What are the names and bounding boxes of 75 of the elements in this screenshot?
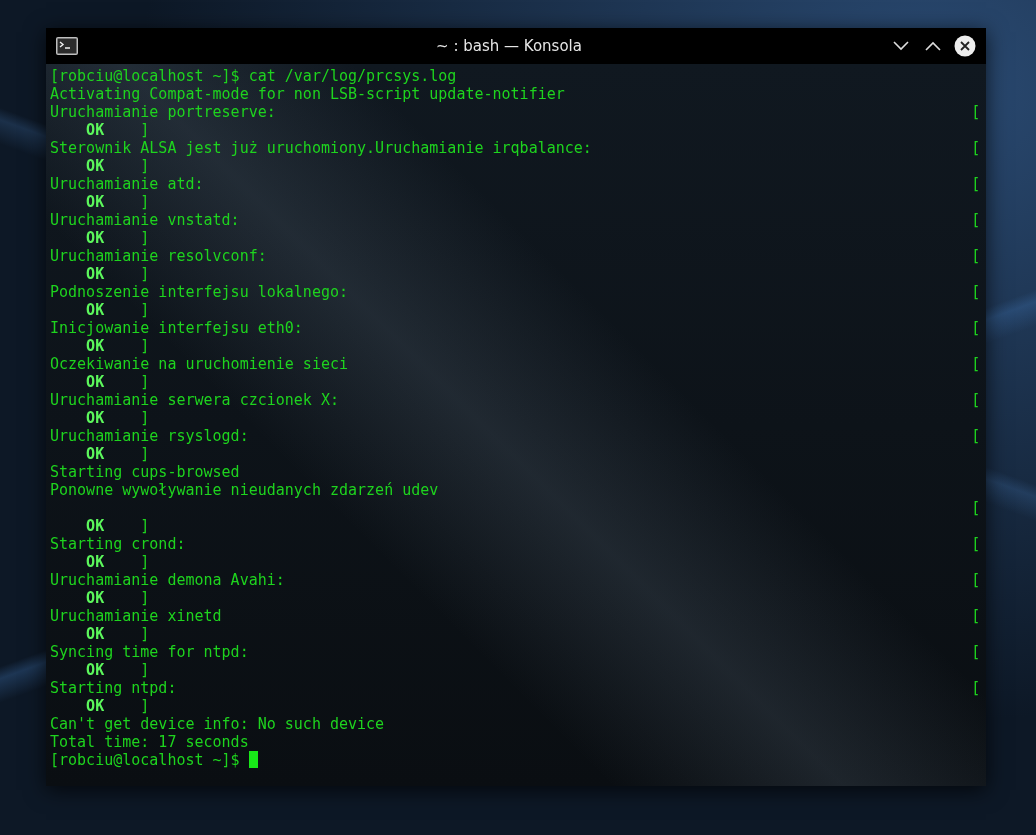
status-bracket: ]	[140, 517, 150, 535]
status-ok: OK	[86, 265, 105, 283]
log-line: Podnoszenie interfejsu lokalnego:	[50, 283, 349, 301]
status-bracket: ]	[140, 229, 150, 247]
status-bracket: [	[971, 103, 981, 121]
status-ok: OK	[86, 517, 105, 535]
status-ok: OK	[86, 625, 105, 643]
log-line: Uruchamianie vnstatd:	[50, 211, 241, 229]
prompt-line: [robciu@localhost ~]$	[50, 751, 240, 769]
status-bracket: ]	[140, 301, 150, 319]
log-line: Uruchamianie resolvconf:	[50, 247, 268, 265]
status-bracket: ]	[140, 337, 150, 355]
status-ok: OK	[86, 589, 105, 607]
terminal-icon	[56, 37, 78, 55]
status-ok: OK	[86, 121, 105, 139]
status-bracket: ]	[140, 121, 150, 139]
status-bracket: ]	[140, 445, 150, 463]
log-line: Activating Compat-mode for non LSB-script update-notifier	[50, 85, 566, 103]
status-bracket: [	[971, 391, 981, 409]
prompt-line: [robciu@localhost ~]$ cat /var/log/prcsys.log	[50, 67, 457, 85]
status-bracket: [	[971, 535, 981, 553]
close-button[interactable]	[954, 35, 976, 57]
status-bracket: ]	[140, 661, 150, 679]
status-bracket: [	[971, 643, 981, 661]
log-line: Uruchamianie serwera czcionek X:	[50, 391, 340, 409]
log-line: Sterownik ALSA jest już uruchomiony.Uruchamianie irqbalance:	[50, 139, 593, 157]
log-line: Can't get device info: No such device	[50, 715, 386, 733]
window-title: ~ : bash — Konsola	[435, 37, 583, 55]
log-line: Starting cups-browsed	[50, 463, 241, 481]
status-bracket: [	[971, 355, 981, 373]
status-ok: OK	[86, 553, 105, 571]
status-bracket: ]	[140, 373, 150, 391]
chevron-up-icon	[925, 41, 941, 51]
status-ok: OK	[86, 445, 105, 463]
status-bracket: [	[971, 139, 981, 157]
log-line: Oczekiwanie na uruchomienie sieci	[50, 355, 349, 373]
status-bracket: [	[971, 499, 981, 517]
status-bracket: ]	[140, 589, 150, 607]
log-line: Uruchamianie portreserve:	[50, 103, 277, 121]
status-bracket: ]	[140, 625, 150, 643]
status-bracket: [	[971, 427, 981, 445]
log-line: Starting ntpd:	[50, 679, 178, 697]
status-ok: OK	[86, 409, 105, 427]
log-line: Uruchamianie demona Avahi:	[50, 571, 286, 589]
status-bracket: ]	[140, 265, 150, 283]
chevron-down-icon	[893, 41, 909, 51]
status-ok: OK	[86, 229, 105, 247]
status-ok: OK	[86, 661, 105, 679]
log-line: Ponowne wywoływanie nieudanych zdarzeń udev	[50, 481, 440, 499]
status-ok: OK	[86, 373, 105, 391]
status-bracket: [	[971, 175, 981, 193]
status-ok: OK	[86, 157, 105, 175]
status-bracket: ]	[140, 553, 150, 571]
status-ok: OK	[86, 301, 105, 319]
log-line: Syncing time for ntpd:	[50, 643, 250, 661]
status-bracket: [	[971, 319, 981, 337]
status-bracket: [	[971, 679, 981, 697]
status-ok: OK	[86, 337, 105, 355]
status-ok: OK	[86, 193, 105, 211]
status-ok: OK	[86, 697, 105, 715]
log-line: Inicjowanie interfejsu eth0:	[50, 319, 304, 337]
log-line: Starting crond:	[50, 535, 187, 553]
status-bracket: ]	[140, 193, 150, 211]
status-bracket: [	[971, 283, 981, 301]
status-bracket: ]	[140, 697, 150, 715]
log-line: Uruchamianie rsyslogd:	[50, 427, 250, 445]
status-bracket: ]	[140, 409, 150, 427]
status-bracket: ]	[140, 157, 150, 175]
status-bracket: [	[971, 571, 981, 589]
log-line: Uruchamianie atd:	[50, 175, 205, 193]
status-bracket: [	[971, 247, 981, 265]
log-line: Total time: 17 seconds	[50, 733, 250, 751]
status-bracket: [	[971, 607, 981, 625]
log-line: Uruchamianie xinetd	[50, 607, 223, 625]
status-bracket: [	[971, 211, 981, 229]
